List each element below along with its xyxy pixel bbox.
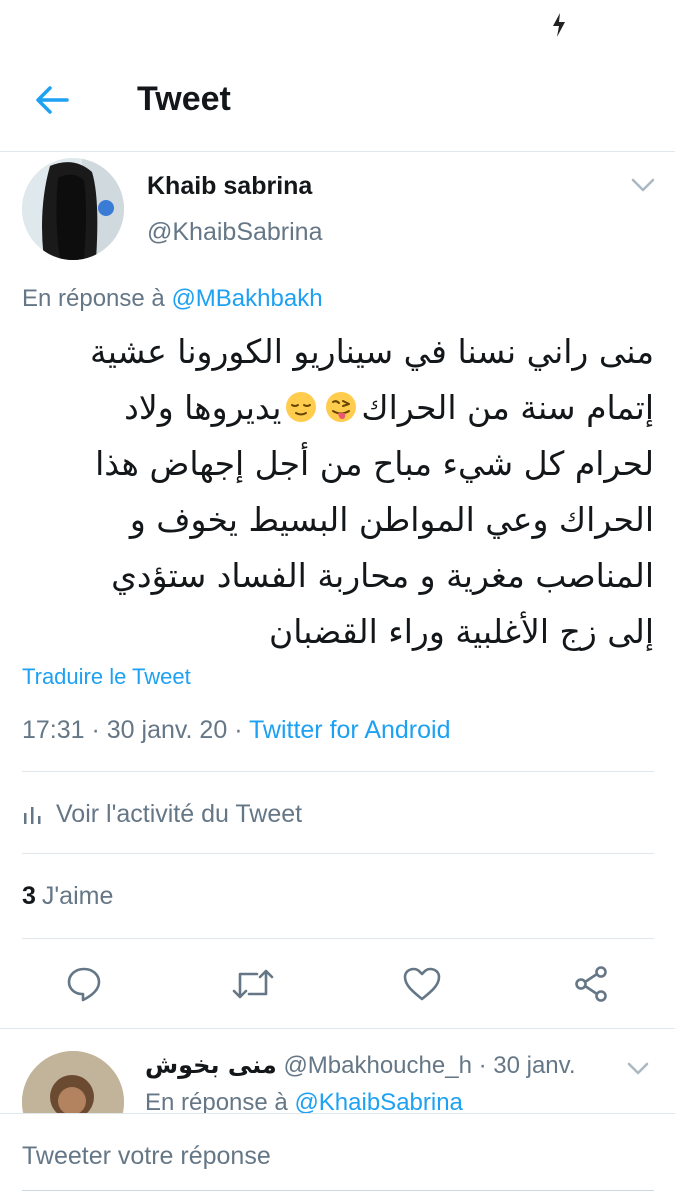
- tweet-text-line: المناصب مغرية و محاربة الفساد ستؤدي: [111, 556, 654, 595]
- reply-author-handle[interactable]: @Mbakhouche_h: [283, 1052, 471, 1079]
- avatar[interactable]: [22, 1051, 124, 1114]
- tweet-date: 30 janv. 20: [106, 716, 228, 744]
- share-icon: [575, 966, 607, 1002]
- avatar[interactable]: [22, 158, 124, 260]
- tweet-text-line: منى راني نسنا في سيناريو الكورونا عشية: [90, 332, 654, 371]
- likes-label: J'aime: [41, 882, 114, 910]
- reply-prefix: En réponse à: [22, 285, 172, 312]
- page-title: Tweet: [137, 80, 231, 118]
- meta-separator: ·: [84, 716, 107, 744]
- flash-icon: [553, 13, 565, 37]
- input-underline: [22, 1190, 654, 1191]
- reply-header: منى بخوش @Mbakhouche_h · 30 janv.: [145, 1051, 576, 1080]
- meta-separator: ·: [227, 716, 250, 744]
- likes-count: 3: [22, 882, 36, 910]
- tweet-activity-label: Voir l'activité du Tweet: [56, 800, 303, 828]
- chevron-down-icon[interactable]: [626, 1061, 650, 1077]
- tweet-text-fragment: يديروها ولاد: [124, 388, 282, 427]
- tweet-source-link[interactable]: Twitter for Android: [249, 716, 450, 744]
- tweet-text-line: لحرام كل شيء مباح من أجل إجهاض هذا: [95, 444, 654, 483]
- author-handle[interactable]: @KhaibSabrina: [147, 218, 323, 247]
- meta-separator: ·: [471, 1052, 494, 1079]
- like-button[interactable]: [400, 962, 444, 1006]
- chevron-down-icon[interactable]: [630, 176, 656, 194]
- reply-prefix: En réponse à: [145, 1089, 295, 1114]
- divider: [22, 771, 654, 772]
- reply-date: 30 janv.: [493, 1052, 576, 1079]
- app-bar: Tweet: [0, 50, 675, 152]
- reply-tweet[interactable]: منى بخوش @Mbakhouche_h · 30 janv. En rép…: [0, 1028, 675, 1114]
- tweet-text-fragment: إتمام سنة من الحراك: [361, 388, 654, 427]
- tweet-text-line: الحراك وعي المواطن البسيط يخوف و: [129, 500, 654, 539]
- back-arrow-icon: [36, 86, 69, 114]
- tweet-text: منى راني نسنا في سيناريو الكورونا عشية إ…: [22, 324, 654, 660]
- avatar-image: [22, 1051, 124, 1114]
- retweet-icon: [232, 969, 274, 999]
- reply-mention-link[interactable]: @MBakhbakh: [171, 285, 322, 312]
- author-name[interactable]: Khaib sabrina: [147, 172, 312, 201]
- tweet-text-line: إتمام سنة من الحراك يديروها ولاد: [22, 380, 654, 436]
- translate-tweet-link[interactable]: Traduire le Tweet: [22, 664, 191, 690]
- share-button[interactable]: [569, 962, 613, 1006]
- retweet-button[interactable]: [231, 962, 275, 1006]
- reply-input[interactable]: Tweeter votre réponse: [22, 1142, 271, 1171]
- likes-summary[interactable]: 3 J'aime: [22, 882, 113, 911]
- status-bar: [0, 0, 675, 50]
- reply-context: En réponse à @MBakhbakh: [22, 285, 323, 313]
- tweet-time: 17:31: [22, 716, 85, 744]
- reply-author-name[interactable]: منى بخوش: [145, 1051, 277, 1079]
- tweet-text-line: إلى زج الأغلبية وراء القضبان: [268, 612, 654, 651]
- stats-icon: [24, 806, 41, 824]
- avatar-image: [22, 158, 124, 260]
- reply-icon: [67, 967, 101, 1002]
- reply-composer: Tweeter votre réponse: [0, 1113, 675, 1200]
- back-button[interactable]: [28, 78, 76, 122]
- winking-face-with-tongue-emoji: [325, 384, 357, 422]
- divider: [22, 938, 654, 939]
- tweet-activity-button[interactable]: Voir l'activité du Tweet: [22, 800, 302, 829]
- reply-context: En réponse à @KhaibSabrina: [145, 1089, 463, 1114]
- reply-mention-link[interactable]: @KhaibSabrina: [294, 1089, 462, 1114]
- reply-button[interactable]: [62, 962, 106, 1006]
- divider: [22, 853, 654, 854]
- relieved-face-emoji: [285, 384, 317, 422]
- like-icon: [403, 967, 441, 1001]
- tweet-metadata: 17:31 · 30 janv. 20 · Twitter for Androi…: [22, 716, 451, 745]
